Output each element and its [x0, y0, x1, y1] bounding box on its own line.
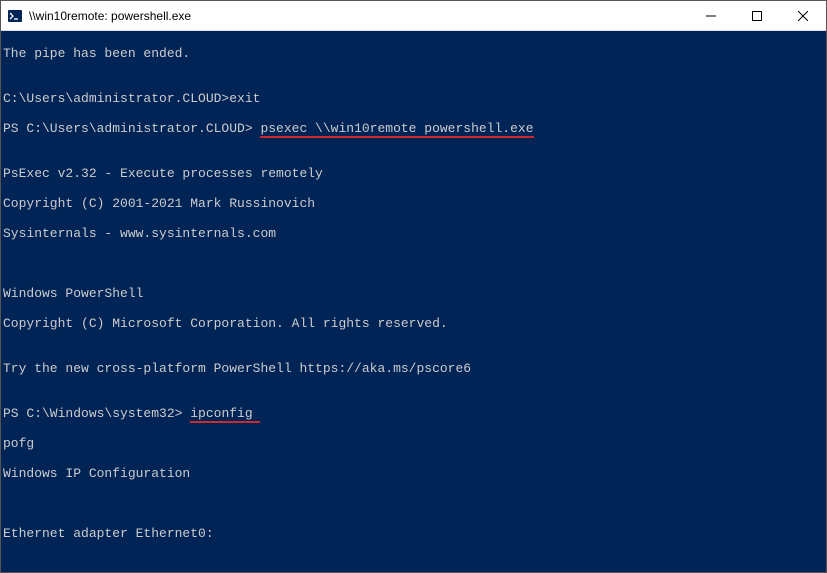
output-line: Copyright (C) Microsoft Corporation. All…: [3, 316, 824, 331]
output-line: The pipe has been ended.: [3, 46, 824, 61]
output-line: PS C:\Users\administrator.CLOUD> psexec …: [3, 121, 824, 136]
powershell-icon: [7, 8, 23, 24]
window-titlebar: \\win10remote: powershell.exe: [1, 1, 826, 31]
output-line: Windows PowerShell: [3, 286, 824, 301]
output-line: C:\Users\administrator.CLOUD>exit: [3, 91, 824, 106]
command-text: psexec \\win10remote powershell.exe: [260, 121, 533, 138]
maximize-button[interactable]: [734, 1, 780, 30]
output-line: Windows IP Configuration: [3, 466, 824, 481]
window-title: \\win10remote: powershell.exe: [29, 9, 688, 23]
close-button[interactable]: [780, 1, 826, 30]
output-line: Connection-specific DNS Suffix . :: [3, 571, 824, 572]
output-line: PS C:\Windows\system32> ipconfig: [3, 406, 824, 421]
output-line: Sysinternals - www.sysinternals.com: [3, 226, 824, 241]
minimize-button[interactable]: [688, 1, 734, 30]
prompt: PS C:\Users\administrator.CLOUD>: [3, 121, 260, 136]
terminal-output[interactable]: The pipe has been ended. C:\Users\admini…: [1, 31, 826, 572]
command-text: ipconfig: [190, 406, 260, 423]
output-line: Copyright (C) 2001-2021 Mark Russinovich: [3, 196, 824, 211]
output-line: PsExec v2.32 - Execute processes remotel…: [3, 166, 824, 181]
output-line: pofg: [3, 436, 824, 451]
output-line: Ethernet adapter Ethernet0:: [3, 526, 824, 541]
output-line: Try the new cross-platform PowerShell ht…: [3, 361, 824, 376]
prompt: C:\Users\administrator.CLOUD>: [3, 91, 229, 106]
command-text: exit: [229, 91, 260, 106]
window-controls: [688, 1, 826, 30]
prompt: PS C:\Windows\system32>: [3, 406, 190, 421]
